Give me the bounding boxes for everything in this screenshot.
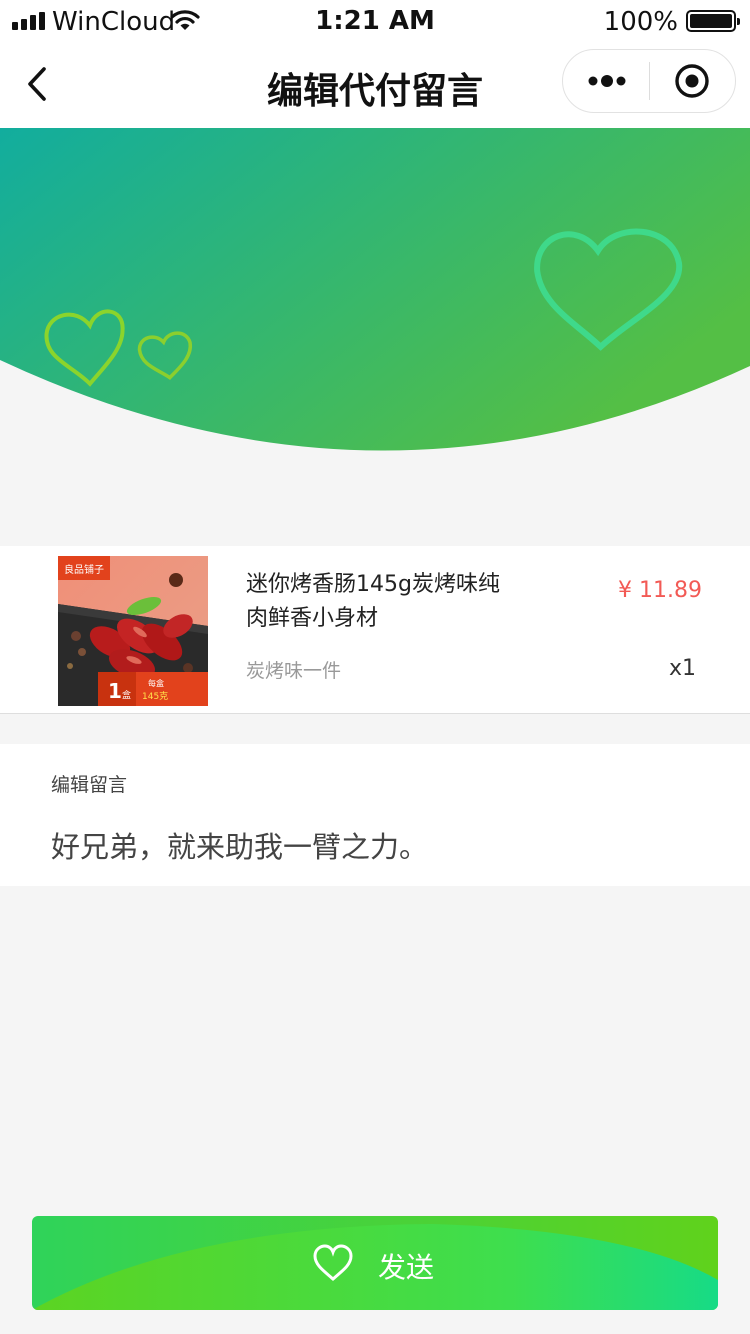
message-label: 编辑留言 — [51, 774, 128, 796]
status-bar: WinCloud 1:21 AM 100% — [0, 0, 750, 42]
heart-outline-icon — [313, 1244, 353, 1282]
product-card[interactable]: 良品铺子 1 盒 每盒 145克 迷你烤香肠145g炭烤味纯肉鲜香小身材 炭烤味… — [0, 546, 750, 714]
box-label: 每盒 — [148, 678, 164, 688]
target-circle-icon[interactable] — [674, 63, 710, 99]
battery-percent: 100% — [603, 7, 678, 37]
product-quantity: x1 — [668, 656, 696, 681]
page: WinCloud 1:21 AM 100% 编辑代付留言 良品铺子 1 盒 每盒… — [0, 0, 750, 1334]
nav-bar: 编辑代付留言 — [0, 42, 750, 128]
battery-icon — [686, 10, 740, 32]
box-weight: 145克 — [142, 691, 168, 702]
mini-program-capsule — [562, 49, 736, 113]
message-section: 编辑留言 好兄弟，就来助我一臂之力。 — [0, 744, 750, 886]
hero-banner — [0, 128, 750, 451]
product-variant: 炭烤味一件 — [246, 660, 342, 682]
send-button-label: 发送 — [378, 1251, 435, 1284]
product-image: 良品铺子 1 盒 每盒 145克 — [58, 556, 208, 706]
box-count: 1 — [108, 679, 122, 703]
box-count-unit: 盒 — [122, 689, 131, 701]
send-button-background — [32, 1216, 718, 1310]
message-input[interactable]: 好兄弟，就来助我一臂之力。 — [51, 824, 428, 866]
capsule-divider — [649, 62, 650, 100]
more-dots-icon[interactable] — [587, 73, 627, 89]
product-name: 迷你烤香肠145g炭烤味纯肉鲜香小身材 — [246, 572, 500, 631]
brand-tag: 良品铺子 — [64, 563, 104, 576]
send-button[interactable]: 发送 — [32, 1216, 718, 1310]
product-price: ¥ 11.89 — [618, 578, 702, 603]
